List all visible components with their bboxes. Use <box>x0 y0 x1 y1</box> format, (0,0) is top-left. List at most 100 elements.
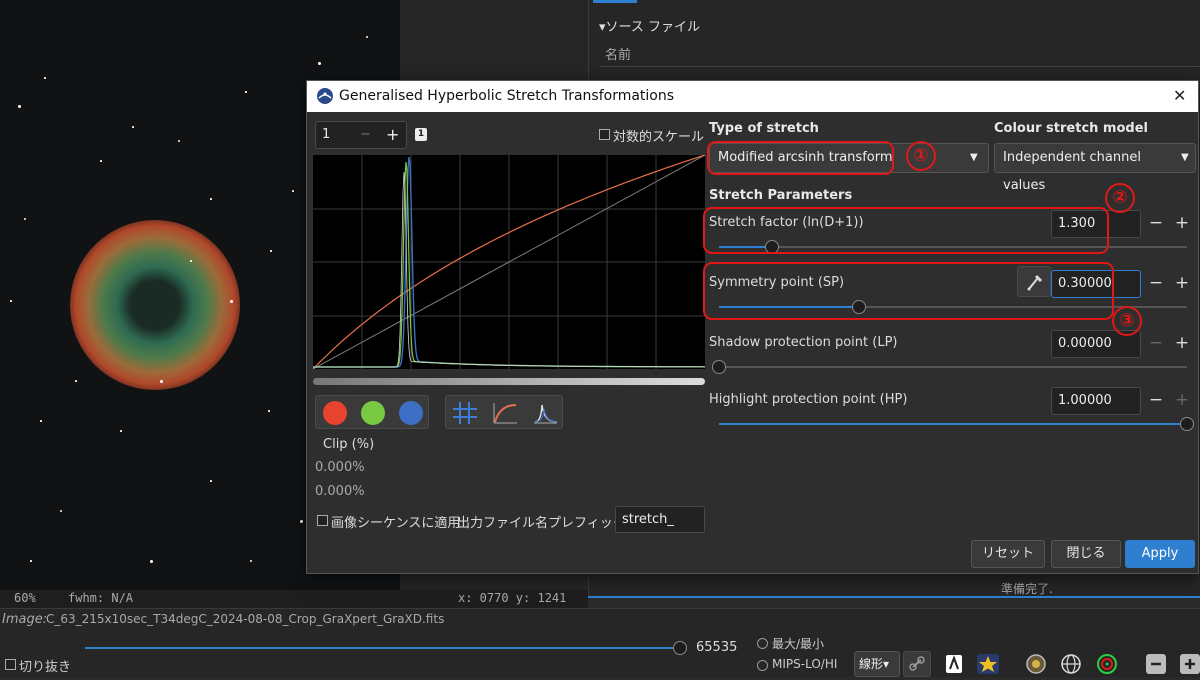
star <box>250 560 252 562</box>
star <box>10 300 12 302</box>
display-toggle-group <box>445 395 563 429</box>
star <box>75 380 77 382</box>
param-slider-knob[interactable] <box>712 360 726 374</box>
close-button[interactable]: 閉じる <box>1051 540 1121 568</box>
histogram-plot[interactable] <box>313 155 705 369</box>
param-slider-knob[interactable] <box>1180 417 1194 431</box>
nebula <box>70 220 240 390</box>
star <box>300 520 303 523</box>
link-icon <box>909 656 925 671</box>
clip-label: Clip (%) <box>323 437 375 452</box>
dialog-titlebar[interactable]: Generalised Hyperbolic Stretch Transform… <box>307 81 1198 112</box>
green-channel-button[interactable] <box>361 401 385 425</box>
param-label: Shadow protection point (LP) <box>709 335 898 350</box>
star <box>30 560 32 562</box>
zoom-out-button[interactable] <box>1146 654 1166 674</box>
source-files-section[interactable]: ▾ソース ファイル <box>599 16 700 35</box>
grid-icon[interactable] <box>452 401 478 425</box>
star <box>44 77 46 79</box>
globe-icon[interactable] <box>1059 653 1083 675</box>
apply-button[interactable]: Apply <box>1125 540 1195 568</box>
log-scale-checkbox[interactable] <box>599 129 610 140</box>
crop-checkbox[interactable] <box>5 659 16 670</box>
histogram-icon[interactable] <box>532 401 558 425</box>
star <box>245 91 247 93</box>
star <box>40 420 42 422</box>
param-decrement-button[interactable]: − <box>1144 387 1168 413</box>
param-label: Highlight protection point (HP) <box>709 392 908 407</box>
reset-button[interactable]: リセット <box>971 540 1045 568</box>
app-icon <box>317 88 333 104</box>
status-bar: 60% fwhm: N/A x: 0770 y: 1241 <box>0 590 588 608</box>
minmax-radio[interactable] <box>757 638 768 649</box>
mips-label: MIPS-LO/HI <box>772 657 838 671</box>
star <box>318 62 321 65</box>
param-slider-track[interactable] <box>719 366 1187 368</box>
apply-sequence-checkbox[interactable] <box>317 515 328 526</box>
divider <box>599 66 1200 67</box>
param-increment-button[interactable]: + <box>1170 387 1194 413</box>
histogram-gradient-bar <box>313 378 705 385</box>
minmax-label: 最大/最小 <box>772 637 825 651</box>
crop-label: 切り抜き <box>19 660 72 675</box>
image-label: Image: <box>2 612 48 627</box>
log-scale-label: 対数的スケール <box>613 130 705 145</box>
column-name-header[interactable]: 名前 <box>605 44 631 63</box>
star <box>132 126 134 128</box>
target-icon[interactable] <box>1095 653 1119 675</box>
channel-toggle-group <box>315 395 429 429</box>
channel-spinner[interactable]: 1 − + <box>315 121 407 149</box>
display-slider-knob[interactable] <box>673 641 687 655</box>
star <box>292 190 294 192</box>
param-value-input[interactable]: 1.00000 <box>1051 387 1141 415</box>
colour-model-select[interactable]: Independent channel values ▼ <box>994 143 1196 193</box>
star-tool-icon[interactable] <box>976 653 1000 675</box>
annotation-number-2: ② <box>1105 183 1135 213</box>
close-icon[interactable]: ✕ <box>1173 86 1186 105</box>
channel-badge: 1 <box>415 128 427 141</box>
zoom-in-button[interactable] <box>1180 654 1200 674</box>
param-decrement-button[interactable]: − <box>1144 270 1168 296</box>
channel-minus[interactable]: − <box>360 122 371 148</box>
link-button[interactable] <box>903 651 931 677</box>
prefix-input[interactable]: stretch_ <box>615 506 705 533</box>
star <box>100 160 102 162</box>
cursor-coords: x: 0770 y: 1241 <box>458 591 567 605</box>
dialog-title: Generalised Hyperbolic Stretch Transform… <box>339 88 675 104</box>
channel-plus[interactable]: + <box>386 122 399 148</box>
colour-model-heading: Colour stretch model <box>994 121 1148 136</box>
clip-high-value: 0.000% <box>315 484 365 499</box>
blue-channel-button[interactable] <box>399 401 423 425</box>
display-slider-track[interactable] <box>85 647 680 649</box>
param-decrement-button[interactable]: − <box>1144 330 1168 356</box>
stretch-params-heading: Stretch Parameters <box>709 188 853 203</box>
fwhm-readout: fwhm: N/A <box>68 591 134 605</box>
zoom-level: 60% <box>14 591 36 605</box>
max-value: 65535 <box>696 640 738 655</box>
param-slider-fill <box>719 423 1187 425</box>
bottom-bar: Image: C_63_215x10sec_T34degC_2024-08-08… <box>0 608 1200 677</box>
apply-sequence-label: 画像シーケンスに適用 <box>331 516 461 531</box>
param-decrement-button[interactable]: − <box>1144 210 1168 236</box>
clip-low-value: 0.000% <box>315 460 365 475</box>
scale-mode-select[interactable]: 線形▾ <box>854 651 900 677</box>
image-filename: C_63_215x10sec_T34degC_2024-08-08_Crop_G… <box>46 612 445 626</box>
annotation-box-2 <box>703 207 1109 254</box>
annotation-box-3 <box>703 262 1114 320</box>
star <box>270 250 272 252</box>
chevron-down-icon: ▼ <box>970 152 978 163</box>
star <box>150 560 153 563</box>
photometry-icon[interactable] <box>1025 653 1047 675</box>
star <box>210 198 212 200</box>
param-increment-button[interactable]: + <box>1170 210 1194 236</box>
star <box>60 510 62 512</box>
param-increment-button[interactable]: + <box>1170 330 1194 356</box>
red-channel-button[interactable] <box>323 401 347 425</box>
stretch-tool-icon[interactable] <box>944 653 964 675</box>
annotation-number-3: ③ <box>1112 306 1142 336</box>
star <box>230 300 233 303</box>
type-of-stretch-heading: Type of stretch <box>709 121 819 136</box>
curve-icon[interactable] <box>492 401 518 425</box>
mips-radio[interactable] <box>757 660 768 671</box>
param-increment-button[interactable]: + <box>1170 270 1194 296</box>
